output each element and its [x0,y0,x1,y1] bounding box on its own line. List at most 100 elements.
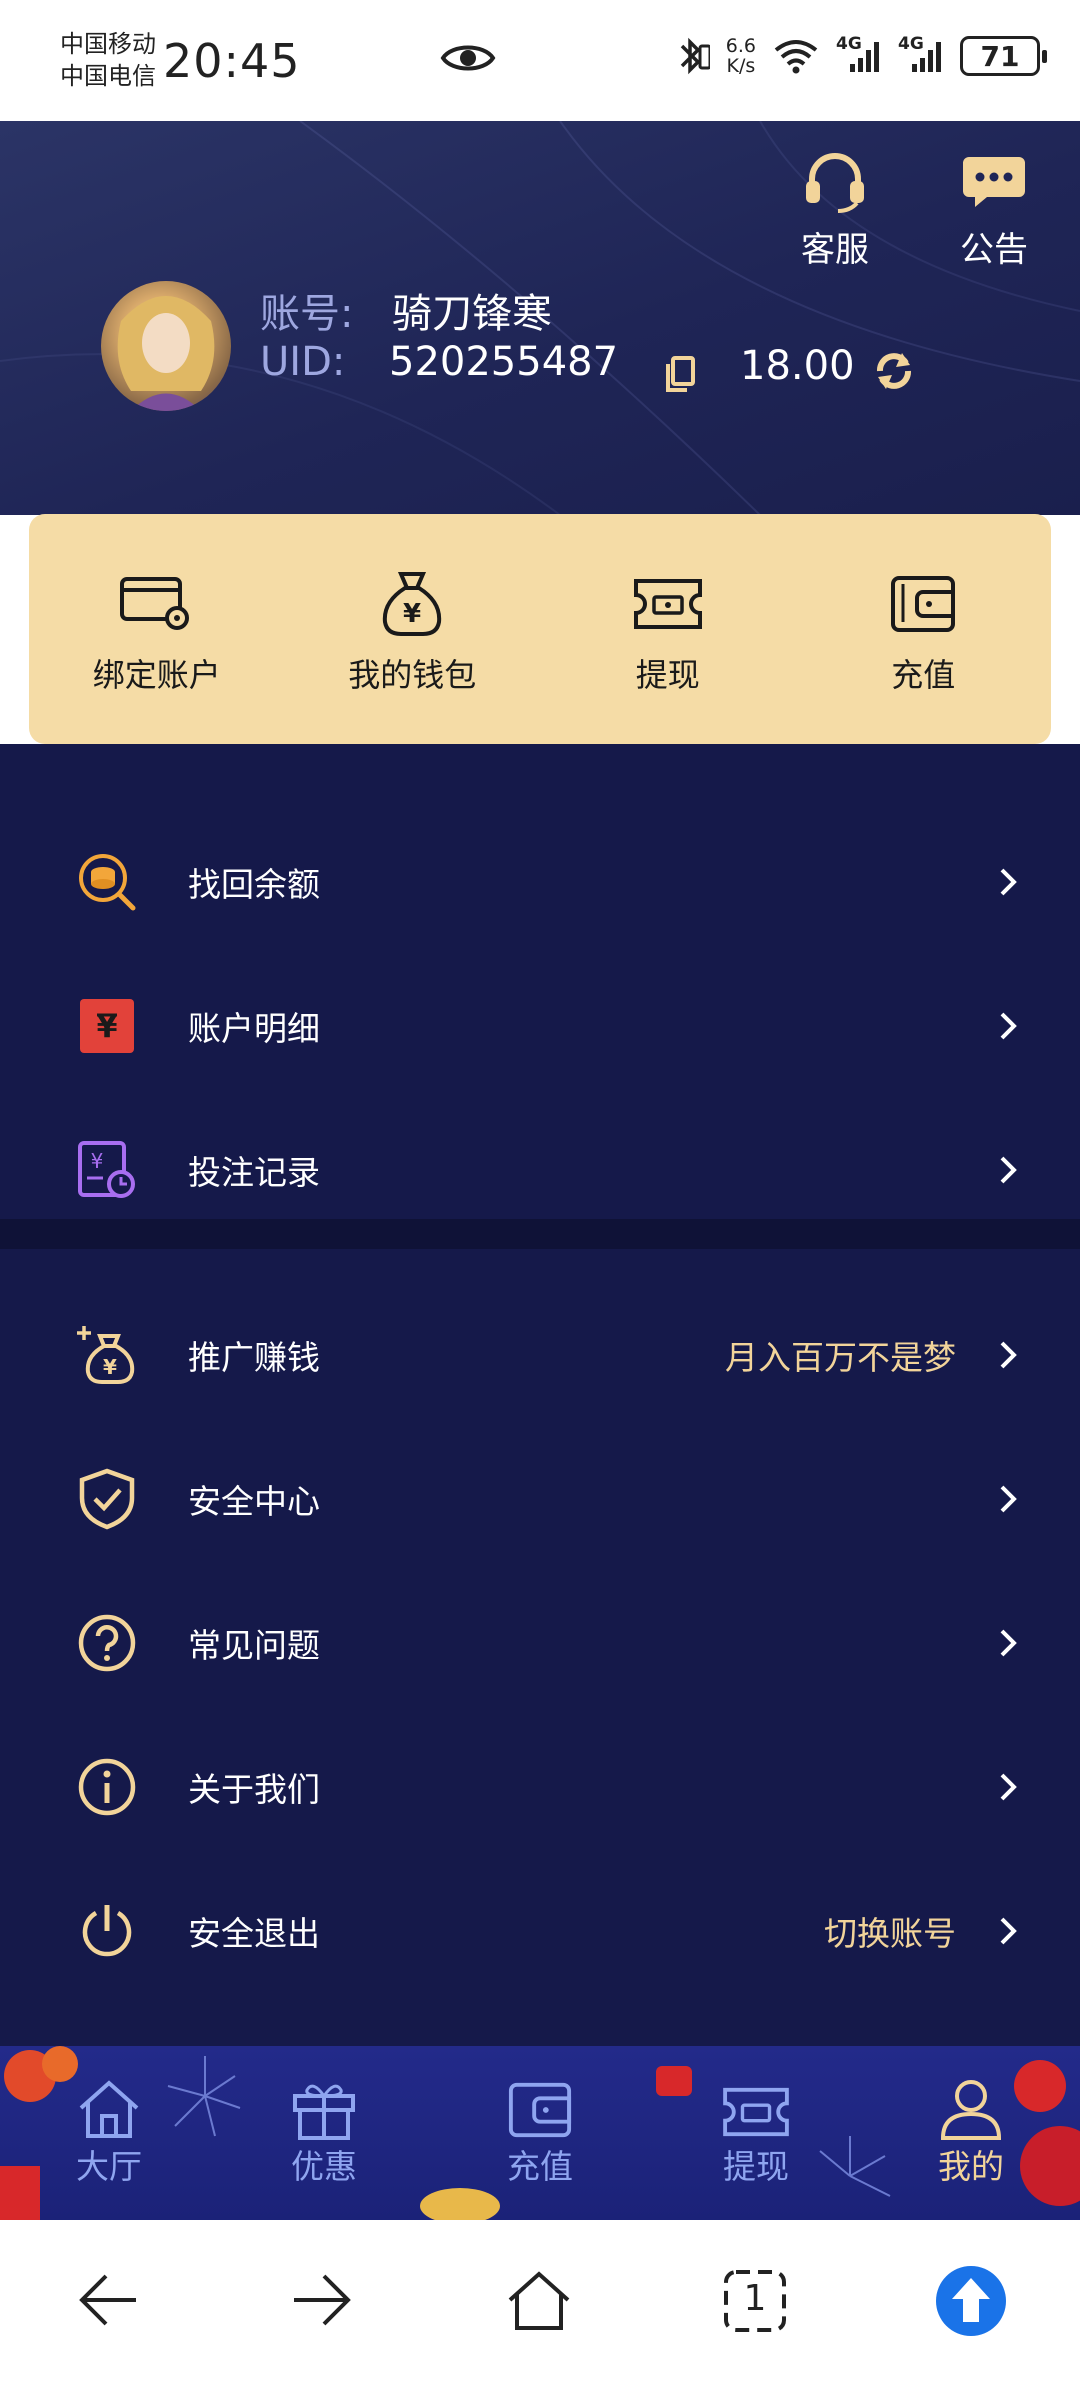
wifi-icon [774,40,818,74]
tab-mine[interactable]: 我的 [906,2066,1036,2188]
withdraw-button[interactable]: 提现 [540,514,796,744]
bluetooth-icon [680,37,710,75]
net-speed: 6.6 K/s [726,36,756,76]
chevron-right-icon [1000,1629,1017,1657]
tab-count: 1 [743,2278,767,2319]
svg-text:¥: ¥ [91,1149,104,1173]
tab-lobby[interactable]: 大厅 [44,2066,174,2188]
account-label: 账号: [260,291,354,337]
card-settings-icon [29,568,285,640]
headset-icon [806,153,864,213]
my-wallet-button[interactable]: ¥ 我的钱包 [285,514,541,744]
menu-label: 推广赚钱 [188,1338,320,1377]
signal-2-icon: 4G [898,34,944,74]
ticket-icon [540,568,796,640]
ticket-icon [691,2066,821,2140]
upload-arrow-icon[interactable] [934,2264,1008,2338]
wallet-icon [475,2066,605,2140]
question-icon [76,1612,138,1674]
wallet-icon [796,568,1052,640]
money-bag-icon: ¥ [285,568,541,640]
status-icons: 6.6 K/s 4G 4G 71 [674,34,1047,76]
svg-text:¥: ¥ [403,599,421,629]
menu-item-security-center[interactable]: 安全中心 [0,1427,1080,1571]
carrier-1: 中国移动 [60,30,156,58]
chevron-right-icon [1000,1341,1017,1369]
forward-arrow-icon[interactable] [292,2270,354,2330]
signal-1-icon: 4G [836,34,882,74]
menu-item-faq[interactable]: 常见问题 [0,1571,1080,1715]
menu-item-promotion[interactable]: ¥ 推广赚钱 月入百万不是梦 [0,1283,1080,1427]
eye-icon [440,40,496,80]
status-bar: 中国移动 中国电信 20:45 6.6 K/s 4G 4G 71 [0,0,1080,121]
menu-item-account-detail[interactable]: ¥ 账户明细 [0,954,1080,1098]
tab-label: 大厅 [76,2147,142,2186]
chevron-right-icon [1000,1917,1017,1945]
shield-check-icon [76,1468,138,1530]
home-icon [44,2066,174,2140]
home-icon[interactable] [506,2270,572,2332]
svg-text:¥: ¥ [103,1355,117,1379]
menu-label: 安全退出 [188,1914,320,1953]
tab-label: 优惠 [291,2147,357,2186]
refresh-icon[interactable] [872,349,916,397]
chevron-right-icon [1000,1485,1017,1513]
bind-account-label: 绑定账户 [92,656,221,694]
menu-label: 安全中心 [188,1482,320,1521]
carrier-2: 中国电信 [60,62,156,90]
battery-indicator: 71 [960,36,1047,76]
copy-icon[interactable] [664,355,696,397]
menu-item-recover-balance[interactable]: 找回余额 [0,810,1080,954]
quick-actions-card: 绑定账户 ¥ 我的钱包 提现 充值 [29,514,1051,744]
status-time: 20:45 [163,34,301,88]
tab-promotions[interactable]: 优惠 [259,2066,389,2188]
tab-recharge[interactable]: 充值 [475,2066,605,2188]
tab-label: 提现 [723,2147,789,2186]
notice-button[interactable]: 公告 [960,151,1028,271]
net-speed-value: 6.6 [725,35,756,57]
my-wallet-label: 我的钱包 [348,656,477,694]
menu-label: 账户明细 [188,1009,320,1048]
recharge-label: 充值 [891,656,956,694]
account-detail-icon: ¥ [76,995,138,1057]
notice-label: 公告 [960,230,1028,270]
customer-service-button[interactable]: 客服 [800,151,870,271]
menu-list: 找回余额 ¥ 账户明细 ¥ 投注记录 ¥ 推广赚钱 月入百万不是梦 安全中心 常… [0,744,1080,2046]
bind-account-button[interactable]: 绑定账户 [29,514,285,744]
avatar[interactable] [101,281,231,411]
profile-header: 客服 公告 账号: 骑刀锋寒 UID: 520255487 18.00 [0,121,1080,515]
chevron-right-icon [1000,1012,1017,1040]
carrier-info: 中国移动 中国电信 [60,28,156,92]
power-icon [76,1900,138,1962]
chevron-right-icon [1000,1773,1017,1801]
tab-label: 充值 [507,2147,573,2186]
user-icon [906,2066,1036,2140]
customer-service-label: 客服 [801,230,869,270]
promotion-slogan: 月入百万不是梦 [725,1338,956,1377]
withdraw-label: 提现 [635,656,700,694]
uid-label: UID: [260,339,346,385]
tabs-button[interactable]: 1 [722,2270,788,2332]
menu-label: 找回余额 [188,865,320,904]
tab-withdraw[interactable]: 提现 [691,2066,821,2188]
menu-item-about-us[interactable]: 关于我们 [0,1715,1080,1859]
balance-value: 18.00 [740,343,855,389]
info-icon [76,1756,138,1818]
recharge-button[interactable]: 充值 [796,514,1052,744]
chevron-right-icon [1000,1156,1017,1184]
promo-bag-icon: ¥ [76,1324,138,1386]
bottom-tab-bar: 大厅 优惠 充值 提现 我的 [0,2046,1080,2220]
switch-account-link[interactable]: 切换账号 [824,1907,956,1955]
back-arrow-icon[interactable] [76,2270,138,2330]
account-value: 骑刀锋寒 [392,291,552,337]
system-navigation-bar: 1 [0,2220,1080,2388]
net-speed-unit: K/s [726,55,756,77]
tab-label: 我的 [938,2147,1004,2186]
menu-item-logout[interactable]: 安全退出 切换账号 [0,1859,1080,2003]
section-divider [0,1219,1080,1249]
menu-label: 常见问题 [188,1626,320,1665]
chat-bubble-icon [963,157,1025,207]
menu-label: 投注记录 [188,1153,320,1192]
uid-value: 520255487 [389,339,619,385]
coin-search-icon [76,851,138,913]
